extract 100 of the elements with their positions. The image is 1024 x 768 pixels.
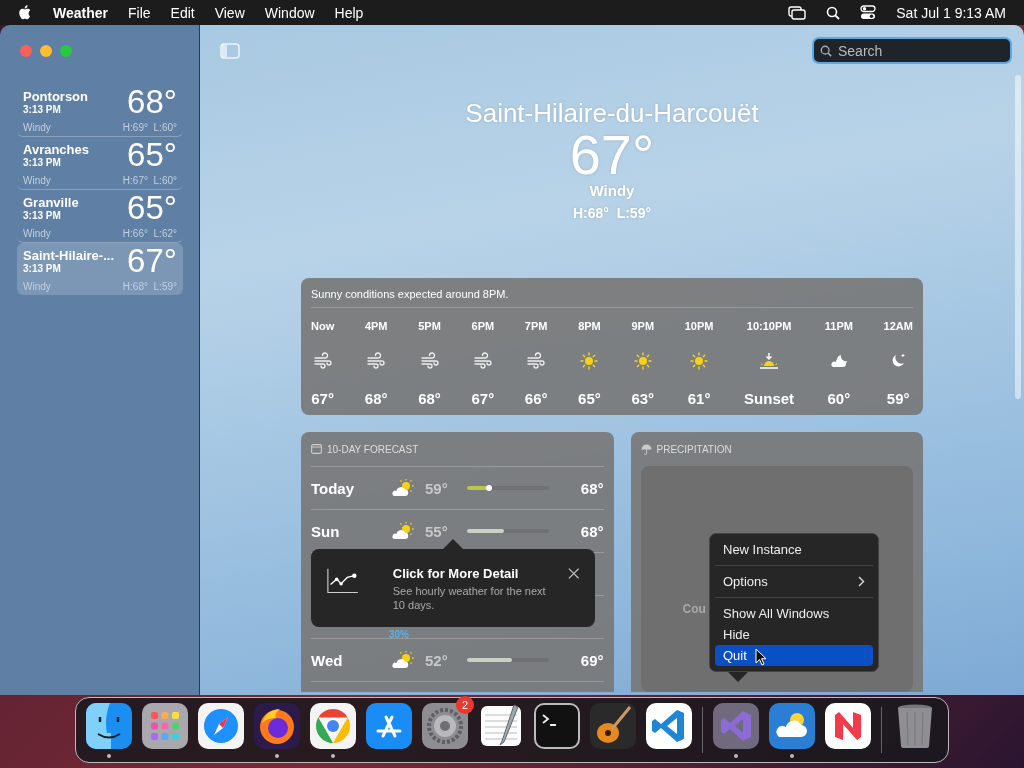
menu-item[interactable]: Window — [264, 4, 315, 21]
forecast-summary: Sunny conditions expected around 8PM. — [311, 288, 913, 308]
location-condition: Windy — [23, 228, 51, 239]
location-condition: Windy — [23, 175, 51, 186]
sun-icon — [580, 352, 599, 370]
wind-icon — [313, 352, 332, 370]
location-temperature: 65° — [127, 191, 177, 225]
windows-icon[interactable] — [788, 5, 807, 20]
code-editor-icon[interactable] — [646, 702, 692, 749]
tooltip-title: Click for More Detail — [392, 566, 520, 581]
menu-item[interactable]: Edit — [170, 4, 195, 21]
sun-icon — [633, 352, 652, 370]
location-temperature: 67° — [127, 244, 177, 278]
hour-label: 12AM — [883, 320, 913, 332]
menu-bar-clock[interactable]: Sat Jul 1 9:13 AM — [896, 4, 1006, 21]
hour-temperature: 67° — [311, 390, 334, 407]
search-icon — [820, 45, 832, 57]
high-low-temperature: H:69° L:60° — [122, 122, 177, 133]
hour-temperature: 68° — [364, 390, 388, 407]
high-temperature: 68° — [580, 479, 604, 497]
menu-item[interactable]: Show All Windows — [715, 603, 873, 624]
location-time: 3:13 PM — [23, 263, 62, 274]
hour-label: 11PM — [824, 320, 853, 332]
hour-temperature: 68° — [418, 390, 441, 407]
fox-globe-icon[interactable] — [254, 702, 300, 749]
sunset-icon — [759, 352, 780, 370]
low-temperature: 52° — [425, 651, 449, 669]
guitar-icon[interactable] — [590, 702, 636, 749]
hourly-forecast-card[interactable]: Sunny conditions expected around 8PM. Now 67° 4PM 68° 5PM 68° 6PM 67° 7PM 66° 8PM 65° 9PM 63° 10PM 61° 10:10PM Sunset 11PM 60° 12AM 59° — [301, 278, 923, 415]
hour-temperature: Sunset — [744, 390, 795, 407]
cursor-icon — [755, 648, 767, 666]
location-item[interactable]: Pontorson 3:13 PM 68° Windy H:69° L:60° — [17, 84, 183, 137]
terminal-icon[interactable] — [534, 702, 580, 749]
city-name: Saint-Hilaire-du-Harcouët — [465, 98, 759, 128]
menu-item[interactable]: Help — [334, 4, 364, 21]
control-center-icon[interactable] — [860, 5, 877, 20]
face-icon[interactable] — [86, 702, 132, 749]
sidebar-toggle-icon[interactable] — [220, 42, 240, 59]
cloud-sun-icon — [391, 479, 415, 497]
cloud-sun-icon — [391, 522, 415, 540]
cloud-sun-icon[interactable] — [769, 702, 815, 749]
letter-a-icon[interactable] — [366, 702, 412, 749]
high-temperature: 69° — [580, 651, 604, 669]
hour-label: 10PM — [684, 320, 714, 332]
card-title: 10-DAY FORECAST — [327, 443, 419, 455]
hour-label: 8PM — [578, 320, 601, 332]
menu-item[interactable]: Options — [715, 571, 873, 598]
trash-icon[interactable] — [895, 702, 935, 749]
location-time: 3:13 PM — [23, 104, 62, 115]
wind-icon — [420, 352, 439, 370]
menu-item[interactable]: File — [128, 4, 151, 21]
location-item[interactable]: Avranches 3:13 PM 65° Windy H:67° L:60° — [17, 137, 183, 190]
hour-temperature: 63° — [631, 390, 655, 407]
line-chart-icon — [327, 567, 359, 595]
location-time: 3:13 PM — [23, 157, 62, 168]
app-grid-icon[interactable] — [142, 702, 188, 749]
compass-icon[interactable] — [198, 702, 244, 749]
hour-temperature: 60° — [827, 390, 851, 407]
location-condition: Windy — [23, 281, 51, 292]
scrollbar[interactable] — [1015, 75, 1021, 399]
news-icon[interactable] — [825, 702, 871, 749]
menu-item[interactable]: Quit — [715, 645, 873, 666]
hour-label: 6PM — [471, 320, 495, 332]
wind-icon — [527, 352, 546, 370]
hour-label: 4PM — [364, 320, 388, 332]
app-menu[interactable]: Weather — [53, 4, 108, 21]
current-condition: Windy — [589, 182, 635, 199]
map-message: Cou — [682, 602, 706, 616]
hour-temperature: 66° — [524, 390, 548, 407]
menu-item[interactable]: New Instance — [715, 539, 873, 566]
high-low-temperature: H:68° L:59° — [572, 205, 652, 221]
location-temperature: 68° — [127, 85, 177, 119]
wind-icon — [367, 352, 386, 370]
hour-label: 10:10PM — [746, 320, 792, 332]
location-name: Saint-Hilaire-... — [23, 248, 115, 263]
location-time: 3:13 PM — [23, 210, 62, 221]
menu-item[interactable]: View — [214, 4, 245, 21]
calendar-icon — [311, 444, 322, 454]
hour-temperature: 65° — [578, 390, 601, 407]
search-icon[interactable] — [826, 5, 841, 20]
hour-label: 7PM — [524, 320, 548, 332]
menu-item[interactable]: Hide — [715, 624, 873, 645]
wind-icon — [473, 352, 492, 370]
card-title: PRECIPITATION — [656, 443, 732, 455]
notification-badge: 2 — [456, 695, 474, 714]
day-name: Sun — [311, 522, 341, 540]
gear-icon[interactable] — [422, 702, 468, 749]
location-name: Pontorson — [23, 89, 88, 104]
hour-temperature: 67° — [471, 390, 495, 407]
apple-logo-icon[interactable] — [18, 5, 31, 20]
notepad-pen-icon[interactable] — [478, 702, 524, 749]
hour-label: Now — [311, 320, 335, 332]
low-temperature: 59° — [425, 479, 449, 497]
hour-label: 5PM — [418, 320, 441, 332]
current-temperature: 67° — [569, 128, 655, 182]
tooltip-description: See hourly weather for the next 10 days. — [392, 584, 547, 612]
umbrella-icon — [640, 443, 652, 455]
hour-temperature: 59° — [886, 390, 910, 407]
search-field[interactable]: Search — [812, 37, 1012, 64]
close-icon[interactable] — [567, 567, 579, 580]
